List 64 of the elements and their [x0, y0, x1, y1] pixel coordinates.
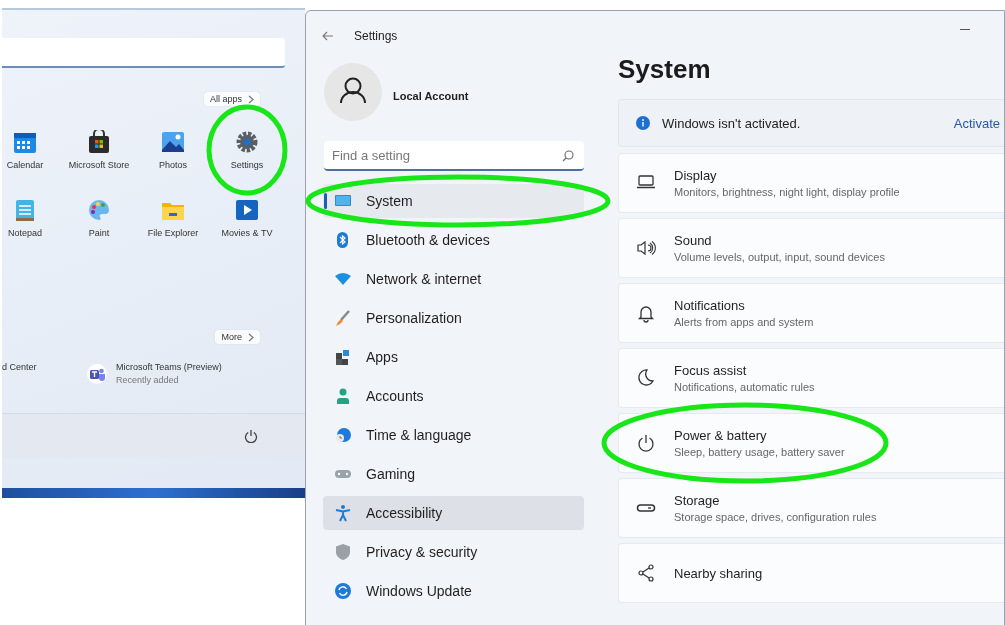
power-icon	[244, 429, 258, 443]
window-title: Settings	[354, 29, 398, 43]
banner-message: Windows isn't activated.	[662, 115, 802, 131]
settings-card[interactable]: Focus assist Notifications, automatic rules	[618, 348, 1004, 408]
chevron-right-icon	[248, 94, 254, 104]
all-apps-button[interactable]: All apps	[203, 92, 260, 106]
app-tile[interactable]: Notepad	[2, 194, 62, 242]
people-icon	[86, 362, 108, 385]
nav-item[interactable]: Time & language	[323, 418, 584, 452]
nav-item[interactable]: Network & internet	[323, 262, 584, 296]
activate-link[interactable]: Activate	[953, 115, 1000, 131]
apps-icon	[334, 348, 352, 366]
page-title: System	[618, 54, 712, 85]
app-tile[interactable]: Photos	[136, 126, 210, 174]
shopping-bag-icon	[87, 130, 111, 154]
nav-item[interactable]: Apps	[323, 340, 584, 374]
info-icon	[636, 116, 650, 130]
nav-item[interactable]: Accessibility	[323, 496, 584, 530]
nav-item[interactable]: Gaming	[323, 457, 584, 491]
nav-item[interactable]: Bluetooth & devices	[323, 223, 584, 257]
sync-icon	[334, 582, 352, 600]
back-button[interactable]	[322, 31, 334, 41]
recommended-item[interactable]: d Center	[2, 362, 86, 372]
nav-item[interactable]: System	[323, 184, 584, 218]
person-icon	[334, 387, 352, 405]
share-icon	[636, 563, 656, 583]
settings-card[interactable]: Power & battery Sleep, battery usage, battery saver	[618, 413, 1004, 473]
settings-card[interactable]: Display Monitors, brightness, night light, display profile	[618, 153, 1004, 213]
nav-item[interactable]: Privacy & security	[323, 535, 584, 569]
app-tile[interactable]: File Explorer	[136, 194, 210, 242]
more-button[interactable]: More	[215, 330, 260, 344]
moon-icon	[636, 368, 656, 388]
back-arrow-icon	[322, 31, 334, 41]
nav-item[interactable]: Windows Update	[323, 574, 584, 608]
speaker-icon	[636, 238, 656, 258]
picture-icon	[161, 130, 185, 154]
settings-card[interactable]: Nearby sharing	[618, 543, 1004, 603]
app-tile[interactable]: Microsoft Store	[62, 126, 136, 174]
app-tile[interactable]: Calendar	[2, 126, 62, 174]
palette-icon	[87, 198, 111, 222]
search-icon	[562, 150, 574, 162]
gear-icon	[235, 130, 259, 154]
settings-card[interactable]: Storage Storage space, drives, configuration rules	[618, 478, 1004, 538]
chevron-right-icon	[248, 332, 254, 342]
app-tile[interactable]: Paint	[62, 194, 136, 242]
accessibility-icon	[334, 504, 352, 522]
calendar-icon	[13, 130, 37, 154]
search-field[interactable]: Find a setting	[324, 141, 584, 171]
recommended-item[interactable]: Microsoft Teams (Preview) Recently added	[86, 362, 222, 385]
search-field[interactable]	[2, 38, 285, 68]
brush-icon	[334, 309, 352, 327]
shield-icon	[334, 543, 352, 561]
globe-clock-icon	[334, 426, 352, 444]
account-name: Local Account	[393, 89, 469, 102]
user-avatar-icon	[324, 63, 382, 121]
bell-icon	[636, 303, 656, 323]
power-icon	[636, 433, 656, 453]
notepad-icon	[13, 198, 37, 222]
settings-card[interactable]: Notifications Alerts from apps and system	[618, 283, 1004, 343]
app-tile[interactable]: Movies & TV	[210, 194, 284, 242]
nav-item[interactable]: Personalization	[323, 301, 584, 335]
settings-card[interactable]: Sound Volume levels, output, input, sound devices	[618, 218, 1004, 278]
nav-item[interactable]: Accounts	[323, 379, 584, 413]
play-icon	[235, 198, 259, 222]
